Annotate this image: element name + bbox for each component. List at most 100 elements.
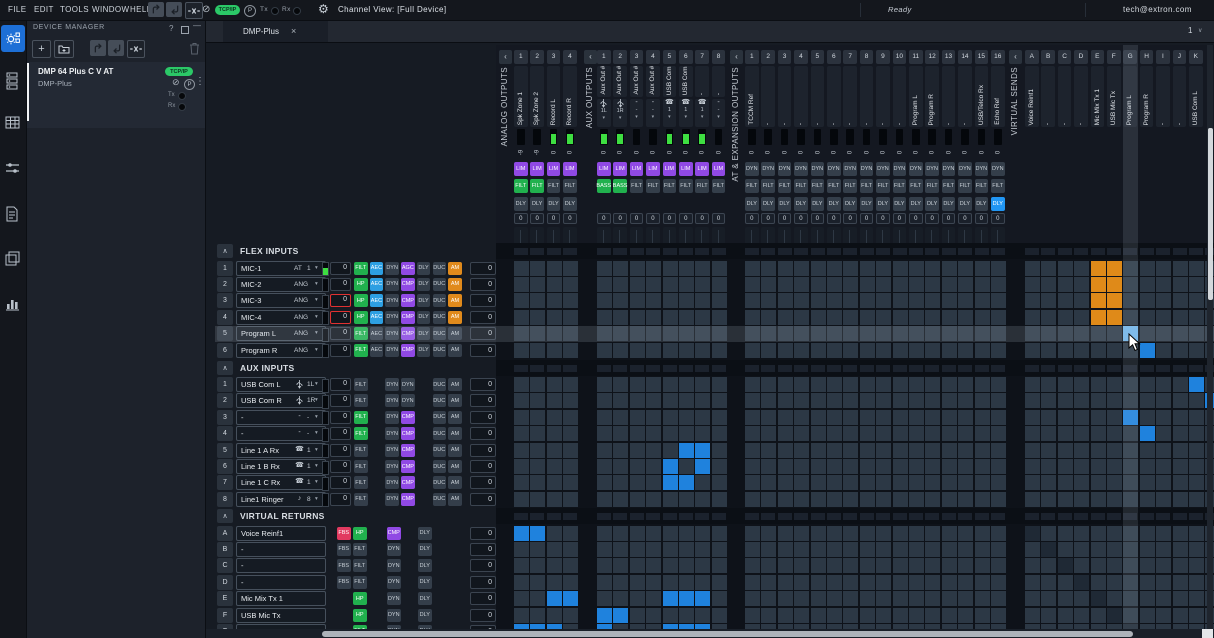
matrix-cell[interactable] (646, 492, 661, 507)
matrix-cell[interactable] (597, 410, 612, 425)
dsp-block-dyn[interactable]: DYN (401, 394, 415, 407)
input-value-field[interactable]: 0 (470, 592, 496, 605)
matrix-cell[interactable] (1123, 426, 1138, 441)
input-source-icon-wrap[interactable]: ☎ (295, 446, 304, 457)
matrix-cell[interactable] (893, 326, 908, 341)
sidebar-item-configuration[interactable] (1, 25, 25, 52)
matrix-cell[interactable] (876, 492, 891, 507)
matrix-cell[interactable] (893, 575, 908, 590)
matrix-cell[interactable] (547, 277, 562, 292)
dsp-block-lim[interactable]: LIM (530, 162, 544, 176)
matrix-cell[interactable] (663, 608, 678, 623)
output-col-num-atexp-13[interactable]: 13 (942, 50, 956, 64)
input-row-name-flex-1[interactable]: MIC-1 (236, 261, 326, 276)
matrix-cell[interactable] (630, 526, 645, 541)
disconnect-device-button[interactable] (127, 40, 145, 58)
matrix-cell[interactable] (794, 591, 809, 606)
matrix-cell[interactable] (860, 277, 875, 292)
matrix-cell[interactable] (975, 492, 990, 507)
matrix-cell[interactable] (975, 343, 990, 358)
sidebar-item-faders[interactable] (5, 161, 21, 175)
matrix-cell[interactable] (745, 542, 760, 557)
output-col-num-atexp-14[interactable]: 14 (958, 50, 972, 64)
matrix-cell[interactable] (1074, 277, 1089, 292)
matrix-cell[interactable] (597, 591, 612, 606)
dsp-block-hp[interactable]: HP (354, 278, 368, 291)
matrix-cell[interactable] (876, 575, 891, 590)
output-col-num-atexp-12[interactable]: 12 (925, 50, 939, 64)
matrix-cell[interactable] (514, 558, 529, 573)
matrix-cell[interactable] (547, 261, 562, 276)
matrix-cell[interactable] (942, 459, 957, 474)
matrix-cell[interactable] (1156, 608, 1171, 623)
output-gain-readout[interactable]: 0 (762, 146, 775, 160)
matrix-cell[interactable] (876, 377, 891, 392)
sidebar-item-meters[interactable] (5, 296, 20, 311)
matrix-cell[interactable] (1025, 426, 1040, 441)
matrix-cell[interactable] (630, 343, 645, 358)
dsp-block-hp[interactable]: HP (353, 609, 367, 622)
matrix-cell[interactable] (547, 410, 562, 425)
matrix-cell[interactable] (1123, 526, 1138, 541)
dropdown-caret-icon[interactable]: ▾ (315, 281, 318, 287)
matrix-cell[interactable] (1074, 558, 1089, 573)
input-source-value[interactable]: - (307, 414, 309, 421)
matrix-cell[interactable] (597, 293, 612, 308)
matrix-cell[interactable] (778, 410, 793, 425)
matrix-cell[interactable] (1025, 492, 1040, 507)
dsp-block-dyn[interactable]: DYN (893, 162, 907, 176)
dsp-block-dyn[interactable]: DYN (387, 609, 401, 622)
matrix-cell[interactable] (794, 261, 809, 276)
matrix-cell[interactable] (679, 526, 694, 541)
matrix-cell[interactable] (1189, 526, 1204, 541)
output-gain-readout[interactable]: 0 (926, 146, 939, 160)
dsp-block-filt[interactable]: FILT (745, 179, 759, 193)
matrix-cell[interactable] (1107, 591, 1122, 606)
dsp-block-dly[interactable]: DLY (418, 527, 432, 540)
matrix-cell[interactable] (942, 293, 957, 308)
dsp-block-duc[interactable]: DUC (433, 411, 447, 424)
matrix-cell[interactable] (530, 608, 545, 623)
input-row-name-auxin-6[interactable]: Line 1 B Rx (236, 459, 326, 474)
matrix-cell[interactable] (1189, 310, 1204, 325)
matrix-tie-blue[interactable] (663, 459, 678, 474)
output-col-name-vsends-E[interactable]: Mic Mix Tx 1 (1091, 66, 1105, 127)
matrix-cell[interactable] (613, 475, 628, 490)
output-gain-readout[interactable]: 0 (778, 146, 791, 160)
matrix-cell[interactable] (991, 410, 1006, 425)
input-value-field[interactable]: 0 (470, 576, 496, 589)
matrix-cell[interactable] (909, 310, 924, 325)
panel-help-icon[interactable]: ? (169, 24, 173, 33)
dsp-block-dly[interactable]: DLY (418, 609, 432, 622)
input-row-num-auxin-5[interactable]: 5 (217, 443, 233, 458)
menu-edit[interactable]: EDIT (34, 0, 54, 20)
output-col-num-aux-1[interactable]: 1 (597, 50, 611, 64)
matrix-cell[interactable] (514, 475, 529, 490)
output-gain-readout[interactable]: 0 (893, 146, 906, 160)
matrix-cell[interactable] (958, 393, 973, 408)
matrix-cell[interactable] (761, 426, 776, 441)
dsp-block-dyn[interactable]: DYN (387, 576, 401, 589)
dsp-block-bass[interactable]: BASS (597, 179, 611, 193)
matrix-cell[interactable] (695, 310, 710, 325)
matrix-cell[interactable] (893, 410, 908, 425)
matrix-cell[interactable] (663, 542, 678, 557)
matrix-cell[interactable] (876, 443, 891, 458)
matrix-cell[interactable] (597, 326, 612, 341)
dsp-block-dyn[interactable]: DYN (385, 262, 399, 275)
matrix-cell[interactable] (663, 343, 678, 358)
matrix-cell[interactable] (547, 393, 562, 408)
matrix-cell[interactable] (761, 293, 776, 308)
output-col-name-atexp-7[interactable]: - (843, 66, 857, 127)
matrix-cell[interactable] (695, 426, 710, 441)
matrix-cell[interactable] (975, 426, 990, 441)
matrix-cell[interactable] (794, 343, 809, 358)
matrix-cell[interactable] (1058, 326, 1073, 341)
input-row-name-flex-3[interactable]: MIC-3 (236, 293, 326, 308)
dsp-block-fbs[interactable]: FBS (337, 527, 351, 540)
matrix-cell[interactable] (1140, 475, 1155, 490)
matrix-tie-blue[interactable] (613, 608, 628, 623)
matrix-cell[interactable] (811, 261, 826, 276)
matrix-cell[interactable] (663, 393, 678, 408)
dsp-block-filt[interactable]: FILT (354, 327, 368, 340)
